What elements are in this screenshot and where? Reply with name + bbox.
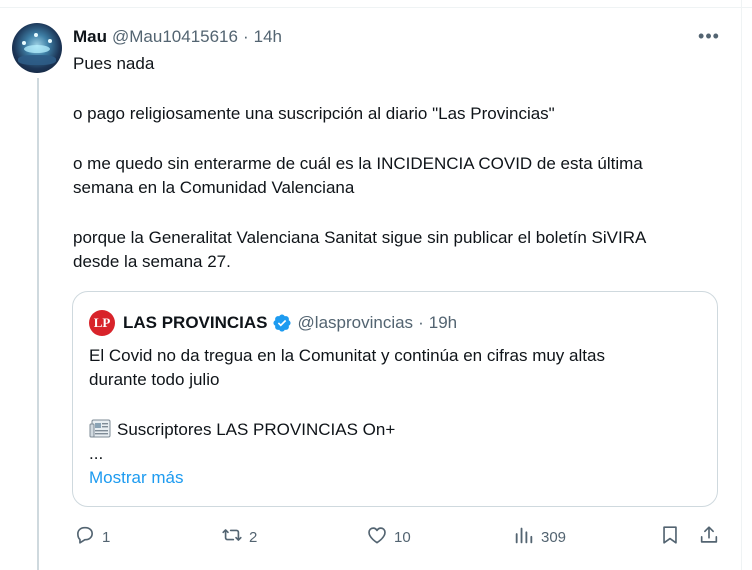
tweet-paragraph: o me quedo sin enterarme de cuál es la I… <box>73 154 643 173</box>
newspaper-icon <box>89 419 111 439</box>
retweet-icon <box>221 524 243 550</box>
action-bar: 1 2 10 309 <box>0 522 752 552</box>
retweet-count: 2 <box>249 528 258 546</box>
reply-icon <box>74 524 96 550</box>
quoted-tweet[interactable]: LP LAS PROVINCIAS @lasprovincias · 19h E… <box>72 291 718 507</box>
like-count: 10 <box>394 528 411 546</box>
quote-author-handle[interactable]: @lasprovincias <box>298 313 414 333</box>
quote-line: ... <box>89 444 104 463</box>
retweet-button[interactable]: 2 <box>221 522 257 552</box>
verified-badge-icon <box>272 313 292 333</box>
views-icon <box>513 524 535 550</box>
share-icon <box>698 524 720 550</box>
tweet-paragraph: porque la Generalitat Valenciana Sanitat… <box>73 228 647 247</box>
reply-count: 1 <box>102 528 111 546</box>
bookmark-icon <box>659 524 681 550</box>
separator: · <box>242 27 249 46</box>
quote-author-name[interactable]: LAS PROVINCIAS <box>123 313 268 333</box>
quote-time[interactable]: 19h <box>429 313 457 333</box>
right-border <box>741 0 742 570</box>
top-border <box>0 0 752 8</box>
tweet-paragraph: o pago religiosamente una suscripción al… <box>73 104 555 123</box>
tweet-header: Mau @Mau10415616 · 14h <box>73 25 282 49</box>
tweet-time[interactable]: 14h <box>254 27 282 47</box>
share-button[interactable] <box>698 522 720 552</box>
author-handle[interactable]: @Mau10415616 <box>112 27 238 47</box>
thread-line <box>37 78 39 570</box>
quote-text: El Covid no da tregua en la Comunitat y … <box>89 344 699 466</box>
quote-line: El Covid no da tregua en la Comunitat y … <box>89 346 605 365</box>
quote-line-text: Suscriptores LAS PROVINCIAS On+ <box>117 420 396 439</box>
like-icon <box>366 524 388 550</box>
more-icon[interactable]: ••• <box>696 26 722 46</box>
tweet-paragraph: semana en la Comunidad Valenciana <box>73 178 355 197</box>
author-name[interactable]: Mau <box>73 27 107 47</box>
avatar[interactable] <box>12 23 62 73</box>
tweet-paragraph: Pues nada <box>73 54 155 73</box>
views-button[interactable]: 309 <box>513 522 566 552</box>
like-button[interactable]: 10 <box>366 522 411 552</box>
quote-line: durante todo julio <box>89 370 220 389</box>
quote-header: LP LAS PROVINCIAS @lasprovincias · 19h <box>89 310 457 336</box>
tweet-text: Pues nada o pago religiosamente una susc… <box>73 52 723 274</box>
quote-line: Suscriptores LAS PROVINCIAS On+ <box>89 418 699 442</box>
views-count: 309 <box>541 528 567 546</box>
bookmark-button[interactable] <box>659 522 681 552</box>
separator: · <box>418 313 424 332</box>
las-provincias-logo[interactable]: LP <box>89 310 115 336</box>
show-more-link[interactable]: Mostrar más <box>89 468 183 488</box>
tweet-paragraph: desde la semana 27. <box>73 252 231 271</box>
reply-button[interactable]: 1 <box>74 522 110 552</box>
